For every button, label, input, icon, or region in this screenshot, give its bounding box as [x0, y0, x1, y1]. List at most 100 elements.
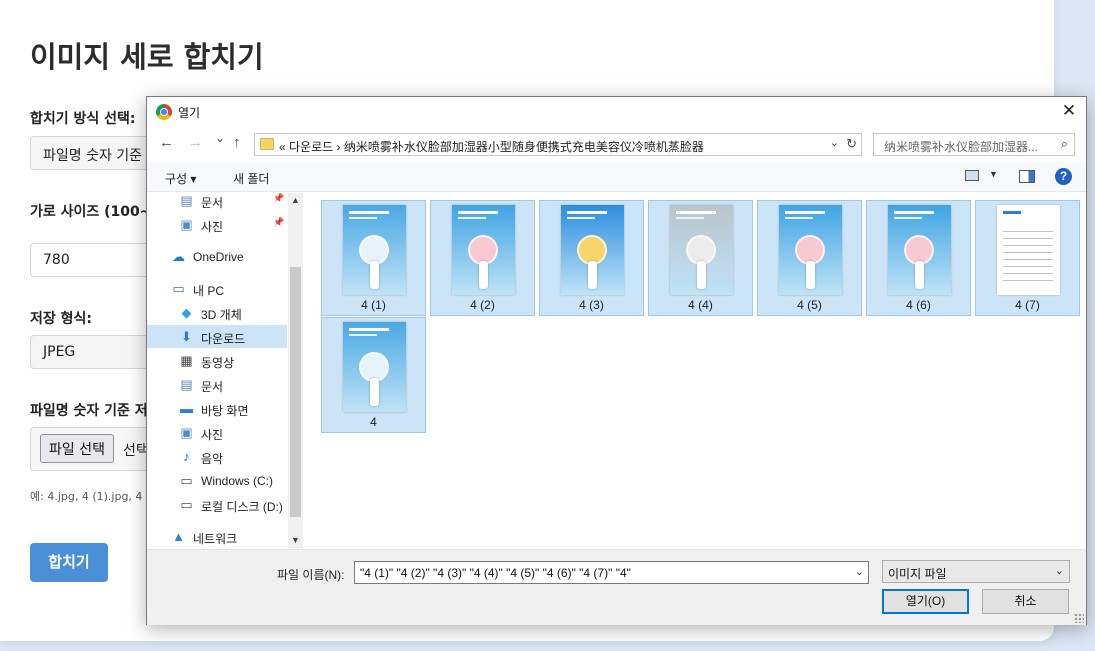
- cancel-button[interactable]: 취소: [982, 589, 1069, 614]
- sidebar-item-label: 동영상: [201, 356, 235, 370]
- sidebar-item-label: 문서: [201, 380, 224, 394]
- back-arrow-icon[interactable]: ←: [159, 134, 174, 151]
- view-mode-icon[interactable]: [965, 170, 979, 181]
- sidebar-item[interactable]: ▭ 내 PC: [147, 277, 287, 300]
- file-name: 4 (4): [688, 298, 713, 312]
- sidebar-item-label: 로컬 디스크 (D:): [201, 500, 283, 514]
- sidebar-item-label: 바탕 화면: [201, 404, 249, 418]
- file-tile[interactable]: 4 (2): [430, 200, 535, 316]
- organize-menu[interactable]: 구성 ▾: [165, 170, 196, 187]
- file-tile[interactable]: 4 (4): [648, 200, 753, 316]
- image-thumbnail: [343, 205, 406, 295]
- view-dropdown-icon[interactable]: ▼: [989, 169, 998, 179]
- search-box[interactable]: 纳米喷雾补水仪脸部加湿器... ⌕: [873, 133, 1075, 156]
- chevron-down-icon[interactable]: ⌄: [1055, 564, 1064, 577]
- sidebar-item[interactable]: ▤ 문서: [147, 373, 287, 396]
- dialog-titlebar[interactable]: 열기 ✕: [147, 97, 1086, 127]
- chrome-icon: [156, 104, 172, 120]
- sidebar-item[interactable]: ▣ 사진: [147, 421, 287, 444]
- page-title: 이미지 세로 합치기: [30, 40, 264, 74]
- close-icon[interactable]: ✕: [1058, 100, 1080, 122]
- sidebar-item-label: 3D 개체: [201, 308, 242, 322]
- file-name: 4 (6): [906, 298, 931, 312]
- sidebar-item[interactable]: ▭ 로컬 디스크 (D:): [147, 493, 287, 516]
- file-tile[interactable]: 4 (7): [975, 200, 1080, 316]
- file-list[interactable]: 4 (1) 4 (2) 4 (3) 4 (4) 4 (5) 4 (6) 4 (7) 4: [304, 193, 1086, 548]
- file-section-label: 파일명 숫자 기준 저: [30, 403, 148, 419]
- network-icon: ▲: [172, 529, 185, 544]
- sidebar-item-label: 사진: [201, 220, 224, 234]
- breadcrumb[interactable]: « 다운로드 › 纳米喷雾补水仪脸部加湿器小型随身便携式充电美容仪冷喷机蒸脸器: [279, 138, 704, 155]
- file-select-button[interactable]: 파일 선택: [40, 434, 114, 463]
- sidebar-item-label: 음악: [201, 452, 224, 466]
- sidebar-item-label: Windows (C:): [201, 474, 274, 488]
- merge-method-label: 합치기 방식 선택:: [30, 111, 136, 127]
- image-thumbnail: [888, 205, 951, 295]
- cube-icon: ◆: [181, 305, 192, 320]
- sidebar-item-label: 사진: [201, 428, 224, 442]
- filename-label: 파일 이름(N):: [277, 568, 345, 582]
- image-thumbnail: [779, 205, 842, 295]
- picture-icon: ▣: [180, 425, 193, 440]
- filetype-select[interactable]: 이미지 파일 ⌄: [882, 560, 1070, 583]
- file-name: 4 (2): [470, 298, 495, 312]
- file-name: 4 (7): [1015, 298, 1040, 312]
- width-label: 가로 사이즈 (100~: [30, 204, 152, 220]
- sidebar-item-label: OneDrive: [193, 250, 244, 264]
- scroll-down-icon[interactable]: ▼: [291, 535, 300, 545]
- file-tile[interactable]: 4 (1): [321, 200, 426, 316]
- document-icon: ▤: [180, 193, 193, 208]
- address-bar[interactable]: « 다운로드 › 纳米喷雾补水仪脸部加湿器小型随身便携式充电美容仪冷喷机蒸脸器 …: [254, 133, 862, 156]
- address-row: ← → ⌄ ↑ « 다운로드 › 纳米喷雾补水仪脸部加湿器小型随身便携式充电美容…: [147, 130, 1086, 158]
- merge-button[interactable]: 합치기: [30, 543, 108, 582]
- sidebar-item[interactable]: ⬇ 다운로드: [147, 325, 287, 348]
- sidebar-item-label: 다운로드: [201, 332, 246, 346]
- cloud-icon: ☁: [172, 249, 185, 264]
- image-thumbnail: [997, 205, 1060, 295]
- drive-icon: ▭: [180, 473, 193, 488]
- file-tile[interactable]: 4 (5): [757, 200, 862, 316]
- drive-icon: ▭: [180, 497, 193, 512]
- dialog-title: 열기: [178, 106, 201, 120]
- file-tile[interactable]: 4: [321, 317, 426, 433]
- open-button[interactable]: 열기(O): [882, 589, 969, 614]
- up-arrow-icon[interactable]: ↑: [233, 134, 241, 151]
- sidebar-item[interactable]: ▲ 네트워크: [147, 525, 287, 548]
- filename-input[interactable]: "4 (1)" "4 (2)" "4 (3)" "4 (4)" "4 (5)" …: [354, 561, 869, 584]
- pin-icon: 📌: [273, 193, 285, 203]
- sidebar-item[interactable]: ♪ 음악: [147, 445, 287, 468]
- file-name: 4 (1): [361, 298, 386, 312]
- sidebar-item[interactable]: ▬ 바탕 화면: [147, 397, 287, 420]
- sidebar-item[interactable]: ◆ 3D 개체: [147, 301, 287, 324]
- preview-pane-icon[interactable]: [1019, 170, 1035, 183]
- sidebar-item[interactable]: ▦ 동영상: [147, 349, 287, 372]
- forward-arrow-icon[interactable]: →: [188, 134, 203, 151]
- document-icon: ▤: [180, 377, 193, 392]
- recent-locations-icon[interactable]: ⌄: [215, 131, 225, 145]
- sidebar-item[interactable]: ▭ Windows (C:): [147, 469, 287, 492]
- chevron-down-icon[interactable]: ⌄: [855, 565, 864, 578]
- sidebar-scrollbar[interactable]: ▲ ▼: [288, 193, 303, 548]
- picture-icon: ▣: [180, 217, 193, 232]
- navigation-pane[interactable]: ▤ 문서 📌 ▣ 사진 📌 ☁ OneDrive ▭ 내 PC ◆ 3D 개체 ⬇ 다운로드 ▦ 동영상 ▤ 문서…: [147, 193, 303, 548]
- new-folder-button[interactable]: 새 폴더: [233, 170, 269, 187]
- image-thumbnail: [670, 205, 733, 295]
- video-icon: ▦: [180, 353, 193, 368]
- refresh-icon[interactable]: ↻: [846, 136, 857, 152]
- sidebar-item[interactable]: ▤ 문서 📌: [147, 193, 287, 212]
- dialog-footer: 파일 이름(N): "4 (1)" "4 (2)" "4 (3)" "4 (4)…: [147, 549, 1086, 625]
- scroll-up-icon[interactable]: ▲: [291, 195, 300, 205]
- file-tile[interactable]: 4 (3): [539, 200, 644, 316]
- sidebar-item[interactable]: ▣ 사진 📌: [147, 213, 287, 236]
- sidebar-item-label: 내 PC: [193, 284, 225, 298]
- file-name: 4: [370, 415, 377, 429]
- search-icon[interactable]: ⌕: [1061, 136, 1068, 152]
- file-tile[interactable]: 4 (6): [866, 200, 971, 316]
- scroll-thumb[interactable]: [290, 267, 301, 517]
- image-thumbnail: [561, 205, 624, 295]
- resize-grip-icon[interactable]: [1074, 613, 1084, 623]
- dialog-toolbar: 구성 ▾ 새 폴더 ▼ ?: [147, 162, 1086, 192]
- sidebar-item[interactable]: ☁ OneDrive: [147, 245, 287, 268]
- chevron-down-icon[interactable]: ⌄: [830, 136, 839, 149]
- help-icon[interactable]: ?: [1055, 168, 1072, 185]
